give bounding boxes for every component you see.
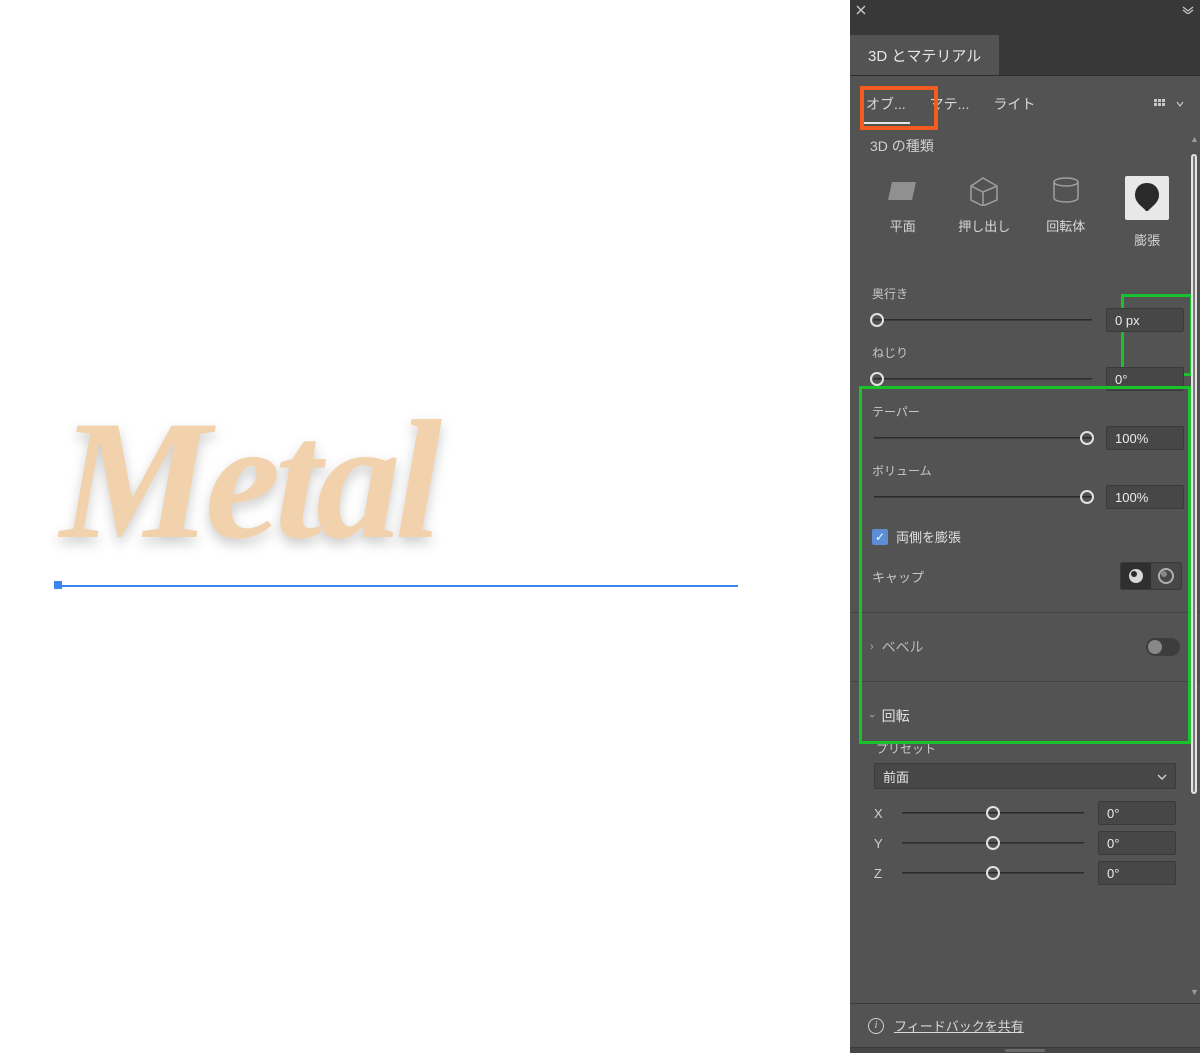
preset-value: 前面 xyxy=(883,767,909,786)
taper-label: テーパー xyxy=(870,403,1184,420)
collapse-icon[interactable] xyxy=(1182,6,1194,14)
scrollbar-thumb[interactable] xyxy=(1191,154,1197,794)
panel-scrollbar[interactable]: ▲ ▼ xyxy=(1190,134,1198,997)
tab-object[interactable]: オブ... xyxy=(866,94,906,114)
depth-slider[interactable] xyxy=(870,312,1096,328)
3d-type-grid: 平面 押し出し 回転体 膨張 xyxy=(850,170,1200,269)
divider xyxy=(850,681,1200,682)
volume-slider[interactable] xyxy=(870,489,1096,505)
type-plane[interactable]: 平面 xyxy=(869,170,937,255)
bevel-row[interactable]: › ベベル xyxy=(850,623,1200,671)
rotation-header[interactable]: › 回転 xyxy=(870,692,1180,740)
divider xyxy=(850,612,1200,613)
control-depth: 奥行き 0 px xyxy=(870,285,1184,332)
panel-title-row: 3D とマテリアル xyxy=(850,20,1200,76)
checkbox-checked-icon: ✓ xyxy=(872,529,888,545)
both-sides-label: 両側を膨張 xyxy=(896,527,961,546)
panel-header xyxy=(850,0,1200,20)
rotation-x-row: X 0° xyxy=(874,801,1176,825)
cap-toggle xyxy=(1120,562,1182,590)
feedback-link[interactable]: フィードバックを共有 xyxy=(894,1016,1024,1035)
both-sides-checkbox-row[interactable]: ✓ 両側を膨張 xyxy=(870,521,1184,558)
type-revolve-label: 回転体 xyxy=(1046,216,1085,235)
z-label: Z xyxy=(874,866,888,881)
twist-value[interactable]: 0° xyxy=(1106,367,1184,391)
close-icon[interactable] xyxy=(856,5,866,15)
inflate-settings: 奥行き 0 px ねじり 0° テーパー xyxy=(864,277,1190,602)
3d-materials-panel: 3D とマテリアル オブ... マテ... ライト 3D の種類 平面 xyxy=(850,0,1200,1053)
panel-title[interactable]: 3D とマテリアル xyxy=(850,34,999,76)
cap-label: キャップ xyxy=(872,567,924,586)
type-plane-label: 平面 xyxy=(890,216,916,235)
preset-dropdown[interactable]: 前面 xyxy=(874,763,1176,789)
y-value[interactable]: 0° xyxy=(1098,831,1176,855)
chevron-right-icon: › xyxy=(870,641,874,653)
x-value[interactable]: 0° xyxy=(1098,801,1176,825)
twist-slider[interactable] xyxy=(870,371,1096,387)
taper-slider[interactable] xyxy=(870,430,1096,446)
scroll-up-icon[interactable]: ▲ xyxy=(1190,134,1198,144)
preset-label: プリセット xyxy=(876,740,1180,757)
twist-label: ねじり xyxy=(870,344,1184,361)
render-options-icon[interactable] xyxy=(1154,96,1184,112)
z-value[interactable]: 0° xyxy=(1098,861,1176,885)
rotation-z-row: Z 0° xyxy=(874,861,1176,885)
bevel-label: ベベル xyxy=(882,637,924,657)
panel-scroll-body: 3D の種類 平面 押し出し 回転体 xyxy=(850,128,1200,1003)
scroll-down-icon[interactable]: ▼ xyxy=(1190,987,1199,997)
3d-type-label: 3D の種類 xyxy=(850,128,1200,170)
canvas-area[interactable]: Metal xyxy=(0,0,850,1053)
control-volume: ボリューム 100% xyxy=(870,462,1184,509)
control-taper: テーパー 100% xyxy=(870,403,1184,450)
x-slider[interactable] xyxy=(898,805,1088,821)
text-anchor-handle[interactable] xyxy=(54,581,62,589)
tab-material[interactable]: マテ... xyxy=(930,94,970,114)
rotation-title: 回転 xyxy=(882,706,910,726)
x-label: X xyxy=(874,806,888,821)
control-twist: ねじり 0° xyxy=(870,344,1184,391)
chevron-down-icon: › xyxy=(866,714,878,718)
cap-on-button[interactable] xyxy=(1121,563,1151,589)
volume-label: ボリューム xyxy=(870,462,1184,479)
tab-light[interactable]: ライト xyxy=(993,94,1035,114)
3d-text-object[interactable]: Metal xyxy=(60,395,436,565)
rotation-y-row: Y 0° xyxy=(874,831,1176,855)
bevel-toggle[interactable] xyxy=(1146,638,1180,656)
cap-off-button[interactable] xyxy=(1151,563,1181,589)
text-baseline xyxy=(58,585,738,587)
type-inflate-label: 膨張 xyxy=(1134,230,1160,249)
panel-tabs: オブ... マテ... ライト xyxy=(850,76,1200,128)
type-inflate[interactable]: 膨張 xyxy=(1113,170,1181,255)
type-extrude[interactable]: 押し出し xyxy=(950,170,1018,255)
panel-resize-grip[interactable] xyxy=(850,1047,1200,1053)
z-slider[interactable] xyxy=(898,865,1088,881)
panel-footer[interactable]: i フィードバックを共有 xyxy=(850,1003,1200,1047)
chevron-down-icon xyxy=(1157,769,1167,784)
type-extrude-label: 押し出し xyxy=(958,216,1010,235)
depth-value[interactable]: 0 px xyxy=(1106,308,1184,332)
depth-label: 奥行き xyxy=(870,285,1184,302)
info-icon: i xyxy=(868,1018,884,1034)
taper-value[interactable]: 100% xyxy=(1106,426,1184,450)
type-revolve[interactable]: 回転体 xyxy=(1032,170,1100,255)
y-label: Y xyxy=(874,836,888,851)
cap-row: キャップ xyxy=(870,558,1184,594)
y-slider[interactable] xyxy=(898,835,1088,851)
volume-value[interactable]: 100% xyxy=(1106,485,1184,509)
rotation-section: › 回転 プリセット 前面 X 0° Y 0° Z xyxy=(850,692,1200,899)
